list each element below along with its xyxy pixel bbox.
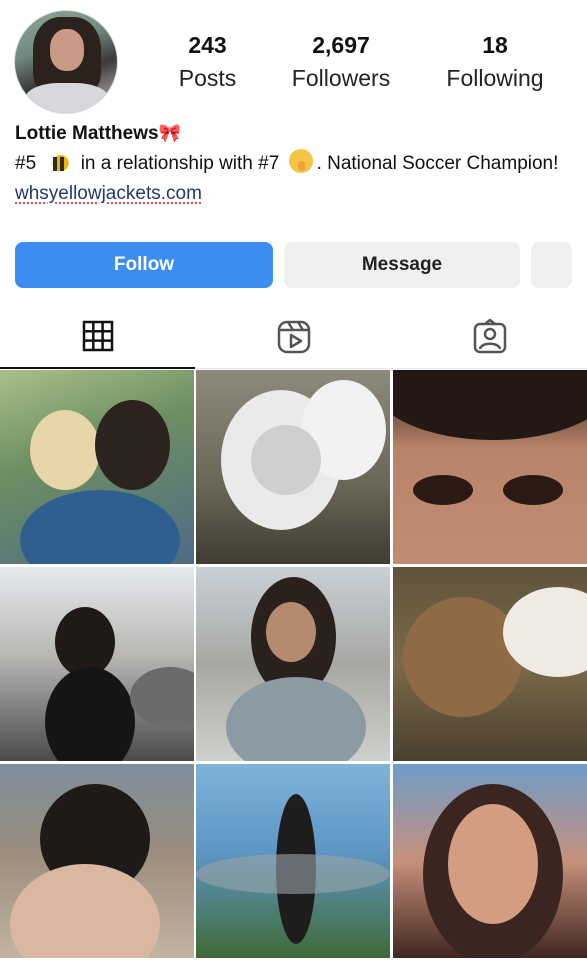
post-thumbnail[interactable] [196,567,390,761]
following-stat[interactable]: 18 Following [440,30,550,96]
profile-name: Lottie Matthews🎀 [15,120,575,147]
photo-shape [196,854,390,894]
shushing-face-emoji-icon [288,149,313,173]
profile-name-text: Lottie Matthews [15,123,159,144]
profile-bio: Lottie Matthews🎀 #5 in a relationship wi… [15,120,575,208]
photo-shape [45,667,135,761]
followers-label: Followers [291,65,391,91]
posts-count: 243 [188,32,227,58]
photo-shape [448,804,538,924]
post-thumbnail[interactable] [0,567,194,761]
photo-shape [95,400,170,490]
photo-shape [226,677,366,761]
posts-label: Posts [178,65,237,91]
avatar-face-shape [50,29,84,71]
photo-shape [413,475,473,505]
post-thumbnail[interactable] [393,370,587,564]
tab-tagged[interactable] [392,305,587,369]
follow-button[interactable]: Follow [15,242,273,288]
posts-grid [0,370,587,960]
bio-text-part2: in a relationship with #7 [80,153,280,174]
bio-text-part3: . National Soccer Champion! [316,153,559,174]
post-thumbnail[interactable] [0,370,194,564]
photo-shape [30,410,100,490]
profile-link[interactable]: whsyellowjackets.com [15,180,575,208]
tab-reels[interactable] [196,305,391,369]
grid-icon [82,320,113,352]
message-button[interactable]: Message [284,242,520,288]
bio-text-part1: #5 [15,153,37,174]
bio-text: #5 in a relationship with #7 . National … [15,149,575,178]
photo-shape [20,490,180,564]
tagged-icon [473,318,506,353]
following-count: 18 [482,32,508,58]
profile-stats: 243 Posts 2,697 Followers 18 Following [160,30,570,100]
profile-header: 243 Posts 2,697 Followers 18 Following [0,0,587,120]
photo-shape [10,864,160,958]
post-thumbnail[interactable] [0,764,194,958]
post-thumbnail[interactable] [393,764,587,958]
photo-shape [403,597,523,717]
photo-shape [251,425,321,495]
avatar[interactable] [14,10,118,114]
profile-tabs [0,305,587,369]
avatar-shirt-shape [25,83,109,113]
photo-shape [393,370,587,440]
photo-shape [503,475,563,505]
post-thumbnail[interactable] [393,567,587,761]
photo-shape [130,667,194,727]
bow-emoji: 🎀 [158,123,181,143]
tab-posts-grid[interactable] [0,305,195,369]
bee-emoji-icon [45,151,72,173]
more-options-button[interactable] [531,242,572,288]
followers-count: 2,697 [312,32,370,58]
post-thumbnail[interactable] [196,370,390,564]
followers-stat[interactable]: 2,697 Followers [285,30,397,96]
post-thumbnail[interactable] [196,764,390,958]
reels-icon [277,320,310,353]
posts-stat[interactable]: 243 Posts [160,30,255,96]
photo-shape [266,602,316,662]
following-label: Following [446,65,544,91]
